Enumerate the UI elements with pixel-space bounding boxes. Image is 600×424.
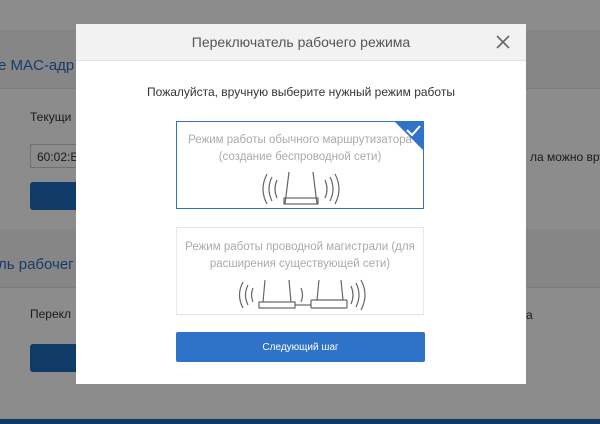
wireless-router-icon — [262, 171, 340, 205]
mode-option-label: Режим работы обычного маршрутизатора (со… — [188, 134, 412, 163]
mode-option-router[interactable]: Режим работы обычного маршрутизатора (со… — [176, 121, 424, 209]
mode-option-bridge[interactable]: Режим работы проводной магистрали (для р… — [176, 227, 424, 315]
dialog-title: Переключатель рабочего режима — [191, 34, 411, 50]
dialog-prompt: Пожалуйста, вручную выберите нужный режи… — [147, 85, 455, 99]
selected-check-icon — [395, 122, 423, 150]
close-icon — [496, 35, 510, 49]
mode-option-label: Режим работы проводной магистрали (для р… — [185, 241, 415, 270]
mode-switch-dialog: Переключатель рабочего режима Пожалуйста… — [76, 24, 526, 384]
wired-bridge-icon — [238, 279, 366, 311]
dialog-header: Переключатель рабочего режима — [76, 24, 526, 61]
close-button[interactable] — [492, 31, 514, 53]
next-step-button[interactable]: Следующий шаг — [176, 332, 425, 362]
